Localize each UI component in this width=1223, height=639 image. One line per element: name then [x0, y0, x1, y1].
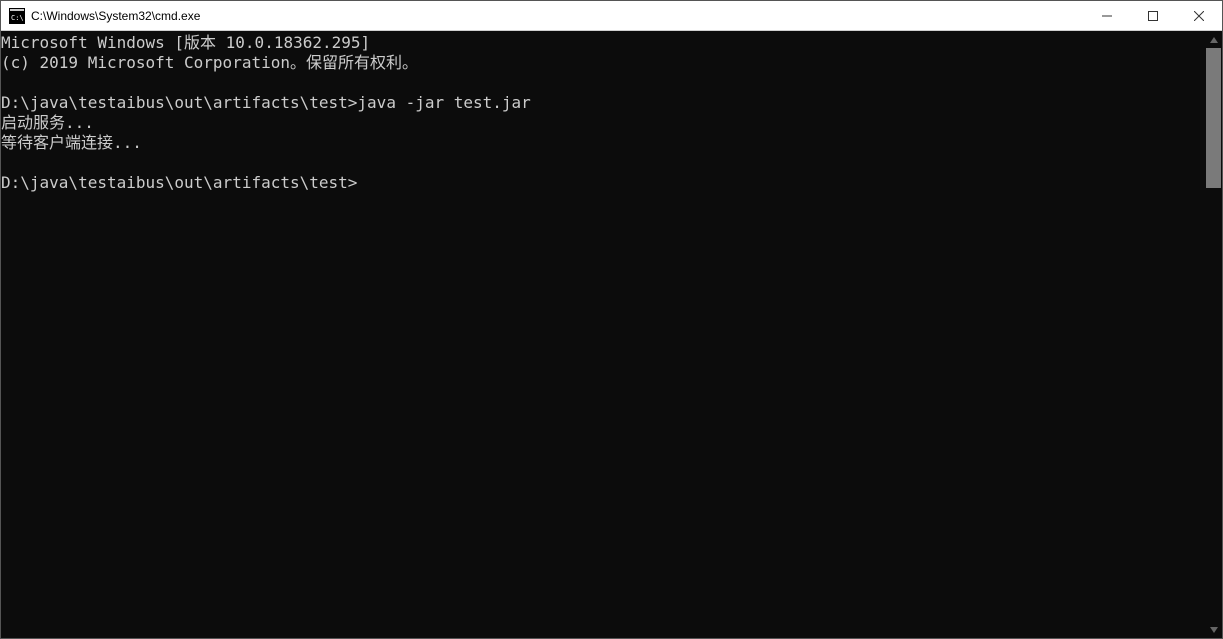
- vertical-scrollbar[interactable]: [1205, 31, 1222, 638]
- terminal-line: 启动服务...: [1, 113, 1205, 133]
- terminal-line: (c) 2019 Microsoft Corporation。保留所有权利。: [1, 53, 1205, 73]
- terminal-line: 等待客户端连接...: [1, 133, 1205, 153]
- scrollbar-track[interactable]: [1205, 48, 1222, 621]
- cmd-icon: C:\: [9, 8, 25, 24]
- client-area: Microsoft Windows [版本 10.0.18362.295](c)…: [1, 31, 1222, 638]
- terminal-line: D:\java\testaibus\out\artifacts\test>jav…: [1, 93, 1205, 113]
- terminal-line: [1, 153, 1205, 173]
- scroll-up-button[interactable]: [1205, 31, 1222, 48]
- scrollbar-thumb[interactable]: [1206, 48, 1221, 188]
- terminal-line: Microsoft Windows [版本 10.0.18362.295]: [1, 33, 1205, 53]
- app-window: C:\ C:\Windows\System32\cmd.exe Microsof…: [0, 0, 1223, 639]
- terminal-output[interactable]: Microsoft Windows [版本 10.0.18362.295](c)…: [1, 31, 1205, 638]
- window-controls: [1084, 1, 1222, 30]
- svg-text:C:\: C:\: [11, 14, 24, 22]
- minimize-button[interactable]: [1084, 1, 1130, 30]
- titlebar[interactable]: C:\ C:\Windows\System32\cmd.exe: [1, 1, 1222, 31]
- window-title: C:\Windows\System32\cmd.exe: [31, 9, 1084, 23]
- close-button[interactable]: [1176, 1, 1222, 30]
- maximize-button[interactable]: [1130, 1, 1176, 30]
- scroll-down-button[interactable]: [1205, 621, 1222, 638]
- terminal-line: D:\java\testaibus\out\artifacts\test>: [1, 173, 1205, 193]
- terminal-line: [1, 73, 1205, 93]
